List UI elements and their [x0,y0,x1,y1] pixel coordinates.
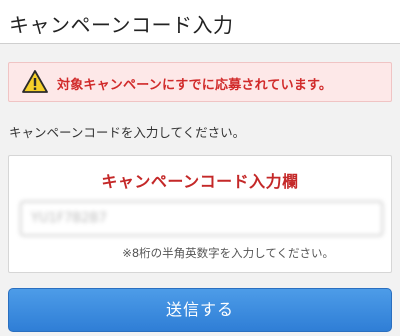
alert-message: 対象キャンペーンにすでに応募されています。 [57,78,333,93]
campaign-code-input[interactable] [20,201,383,236]
input-note: ※8桁の半角英数字を入力してください。 [122,246,334,260]
error-alert: 対象キャンペーンにすでに応募されています。 [8,62,392,102]
instruction-text: キャンペーンコードを入力してください。 [9,125,246,140]
code-entry-card: キャンペーンコード入力欄 ※8桁の半角英数字を入力してください。 [8,155,392,273]
app-header: キャンペーンコード入力 [0,0,400,44]
page-title: キャンペーンコード入力 [9,13,234,37]
submit-button[interactable]: 送信する [8,288,392,332]
code-entry-title: キャンペーンコード入力欄 [101,172,299,191]
warning-icon [22,70,48,93]
